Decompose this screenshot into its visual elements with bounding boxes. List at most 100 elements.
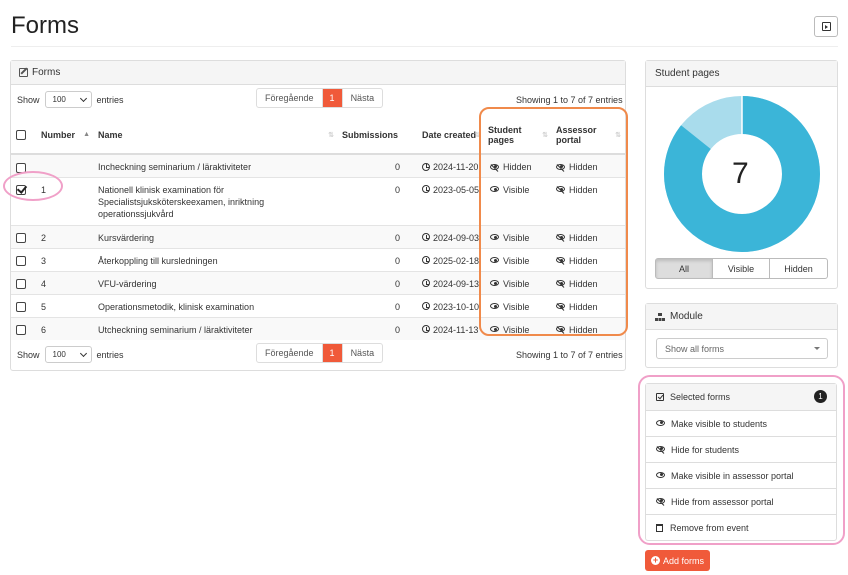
row-date: 2024-11-13 — [433, 324, 479, 335]
eye-icon — [490, 326, 499, 333]
table-row[interactable]: 3 Återkoppling till kursledningen 0 2025-02… — [11, 247, 625, 271]
table-row[interactable]: 4 VFU-värdering 0 2024-09-13 Visible Hidden — [11, 270, 625, 294]
row-checkbox[interactable] — [16, 162, 26, 173]
row-submissions: 0 — [394, 278, 400, 289]
col-name[interactable]: Name ⇅ — [94, 116, 338, 155]
col-number[interactable]: Number ▲ — [37, 116, 94, 155]
collapse-sidebar-button[interactable] — [814, 16, 838, 37]
row-student-visibility: Visible — [503, 255, 530, 266]
clock-icon — [422, 233, 430, 242]
sort-icon: ⇅ — [328, 132, 334, 139]
row-assessor-visibility: Hidden — [569, 184, 598, 195]
clock-icon — [422, 302, 430, 311]
eye-icon — [656, 419, 665, 426]
col-student-pages[interactable]: Student pages ⇅ — [484, 116, 552, 155]
sort-icon: ⇅ — [542, 132, 548, 139]
pager-page-button[interactable]: 1 — [322, 344, 342, 362]
forms-table: Number ▲ Name ⇅ Submissions Date created ⇅ … — [11, 116, 625, 340]
sidebar-toggle-icon — [821, 22, 831, 31]
selected-forms-header: Selected forms 1 — [646, 384, 836, 410]
entries-label: entries — [96, 94, 124, 105]
eye-icon — [490, 280, 499, 287]
eye-slash-icon — [556, 234, 565, 241]
row-name[interactable]: Kursvärdering — [98, 226, 334, 244]
row-name[interactable]: Incheckning seminarium / läraktiviteter — [98, 155, 334, 173]
row-submissions: 0 — [394, 184, 400, 195]
trash-icon — [656, 523, 663, 532]
row-assessor-visibility: Hidden — [569, 255, 598, 266]
show-label: Show — [17, 94, 40, 105]
module-header: Module — [646, 304, 837, 330]
filter-hidden-button[interactable]: Hidden — [769, 258, 828, 279]
eye-icon — [656, 471, 665, 478]
select-all-checkbox[interactable] — [16, 129, 26, 140]
filter-all-button[interactable]: All — [655, 258, 713, 279]
action-hide-assessor[interactable]: Hide from assessor portal — [646, 488, 836, 514]
pager-next-button[interactable]: Nästa — [341, 89, 383, 107]
plus-circle-icon: + — [650, 555, 660, 565]
col-date-created[interactable]: Date created ⇅ — [418, 116, 484, 155]
row-number: 5 — [41, 301, 47, 312]
row-checkbox[interactable] — [16, 233, 26, 244]
row-number: 6 — [41, 324, 47, 335]
eye-slash-icon — [556, 303, 565, 310]
eye-slash-icon — [656, 497, 665, 504]
action-remove-from-event[interactable]: Remove from event — [646, 514, 836, 540]
col-assessor-portal[interactable]: Assessor portal ⇅ — [552, 116, 625, 155]
chevron-down-icon — [79, 94, 87, 103]
col-submissions[interactable]: Submissions — [338, 116, 418, 155]
selected-forms-title: Selected forms — [670, 392, 731, 402]
show-label: Show — [17, 349, 40, 360]
row-number — [41, 155, 90, 161]
sort-icon: ⇅ — [474, 132, 480, 139]
table-row[interactable]: Incheckning seminarium / läraktiviteter 0… — [11, 153, 625, 177]
row-checkbox[interactable] — [16, 302, 26, 313]
module-select-value: Show all forms — [665, 343, 725, 354]
page-length-select[interactable]: 100 — [44, 91, 92, 108]
pager-prev-button[interactable]: Föregående — [257, 89, 323, 107]
table-row[interactable]: 5 Operationsmetodik, klinisk examination 0… — [11, 293, 625, 317]
filter-visible-button[interactable]: Visible — [712, 258, 770, 279]
eye-slash-icon — [656, 445, 665, 452]
pager-next-button[interactable]: Nästa — [341, 344, 383, 362]
pager-prev-button[interactable]: Föregående — [257, 344, 323, 362]
row-name[interactable]: Nationell klinisk examination för Specia… — [98, 178, 334, 220]
row-assessor-visibility: Hidden — [569, 301, 598, 312]
eye-slash-icon — [556, 326, 565, 333]
page-length-select[interactable]: 100 — [44, 346, 92, 363]
row-name[interactable]: Utcheckning seminarium / läraktiviteter — [98, 318, 334, 336]
eye-icon — [490, 303, 499, 310]
action-make-visible-assessor[interactable]: Make visible in assessor portal — [646, 462, 836, 488]
row-name[interactable]: Operationsmetodik, klinisk examination — [98, 295, 334, 313]
page-length-value: 100 — [52, 95, 66, 104]
row-number: 1 — [41, 184, 47, 195]
selected-forms-list: Selected forms 1 Make visible to student… — [645, 383, 837, 541]
row-submissions: 0 — [394, 301, 400, 312]
row-student-visibility: Visible — [503, 324, 530, 335]
row-checkbox[interactable] — [16, 185, 26, 196]
module-select[interactable]: Show all forms — [656, 338, 828, 359]
module-title: Module — [670, 311, 703, 322]
eye-slash-icon — [490, 163, 499, 170]
row-assessor-visibility: Hidden — [569, 232, 598, 243]
row-student-visibility: Hidden — [503, 162, 532, 172]
table-info: Showing 1 to 7 of 7 entries — [516, 350, 623, 360]
row-name[interactable]: Återkoppling till kursledningen — [98, 249, 334, 267]
pager-page-button[interactable]: 1 — [322, 89, 342, 107]
table-row[interactable]: 2 Kursvärdering 0 2024-09-03 Visible Hidden — [11, 224, 625, 248]
eye-icon — [490, 234, 499, 241]
row-checkbox[interactable] — [16, 256, 26, 267]
table-row[interactable]: 1 Nationell klinisk examination för Speci… — [11, 176, 625, 225]
eye-icon — [490, 257, 499, 264]
action-hide-students[interactable]: Hide for students — [646, 436, 836, 462]
row-checkbox[interactable] — [16, 325, 26, 336]
row-number: 4 — [41, 278, 47, 289]
eye-slash-icon — [556, 280, 565, 287]
check-square-icon — [656, 393, 664, 401]
action-make-visible-students[interactable]: Make visible to students — [646, 410, 836, 436]
add-forms-button[interactable]: + Add forms — [645, 550, 710, 571]
table-row[interactable]: 6 Utcheckning seminarium / läraktiviteter… — [11, 316, 625, 340]
row-checkbox[interactable] — [16, 279, 26, 290]
row-name[interactable]: VFU-värdering — [98, 272, 334, 290]
forms-panel-title: Forms — [32, 67, 61, 78]
